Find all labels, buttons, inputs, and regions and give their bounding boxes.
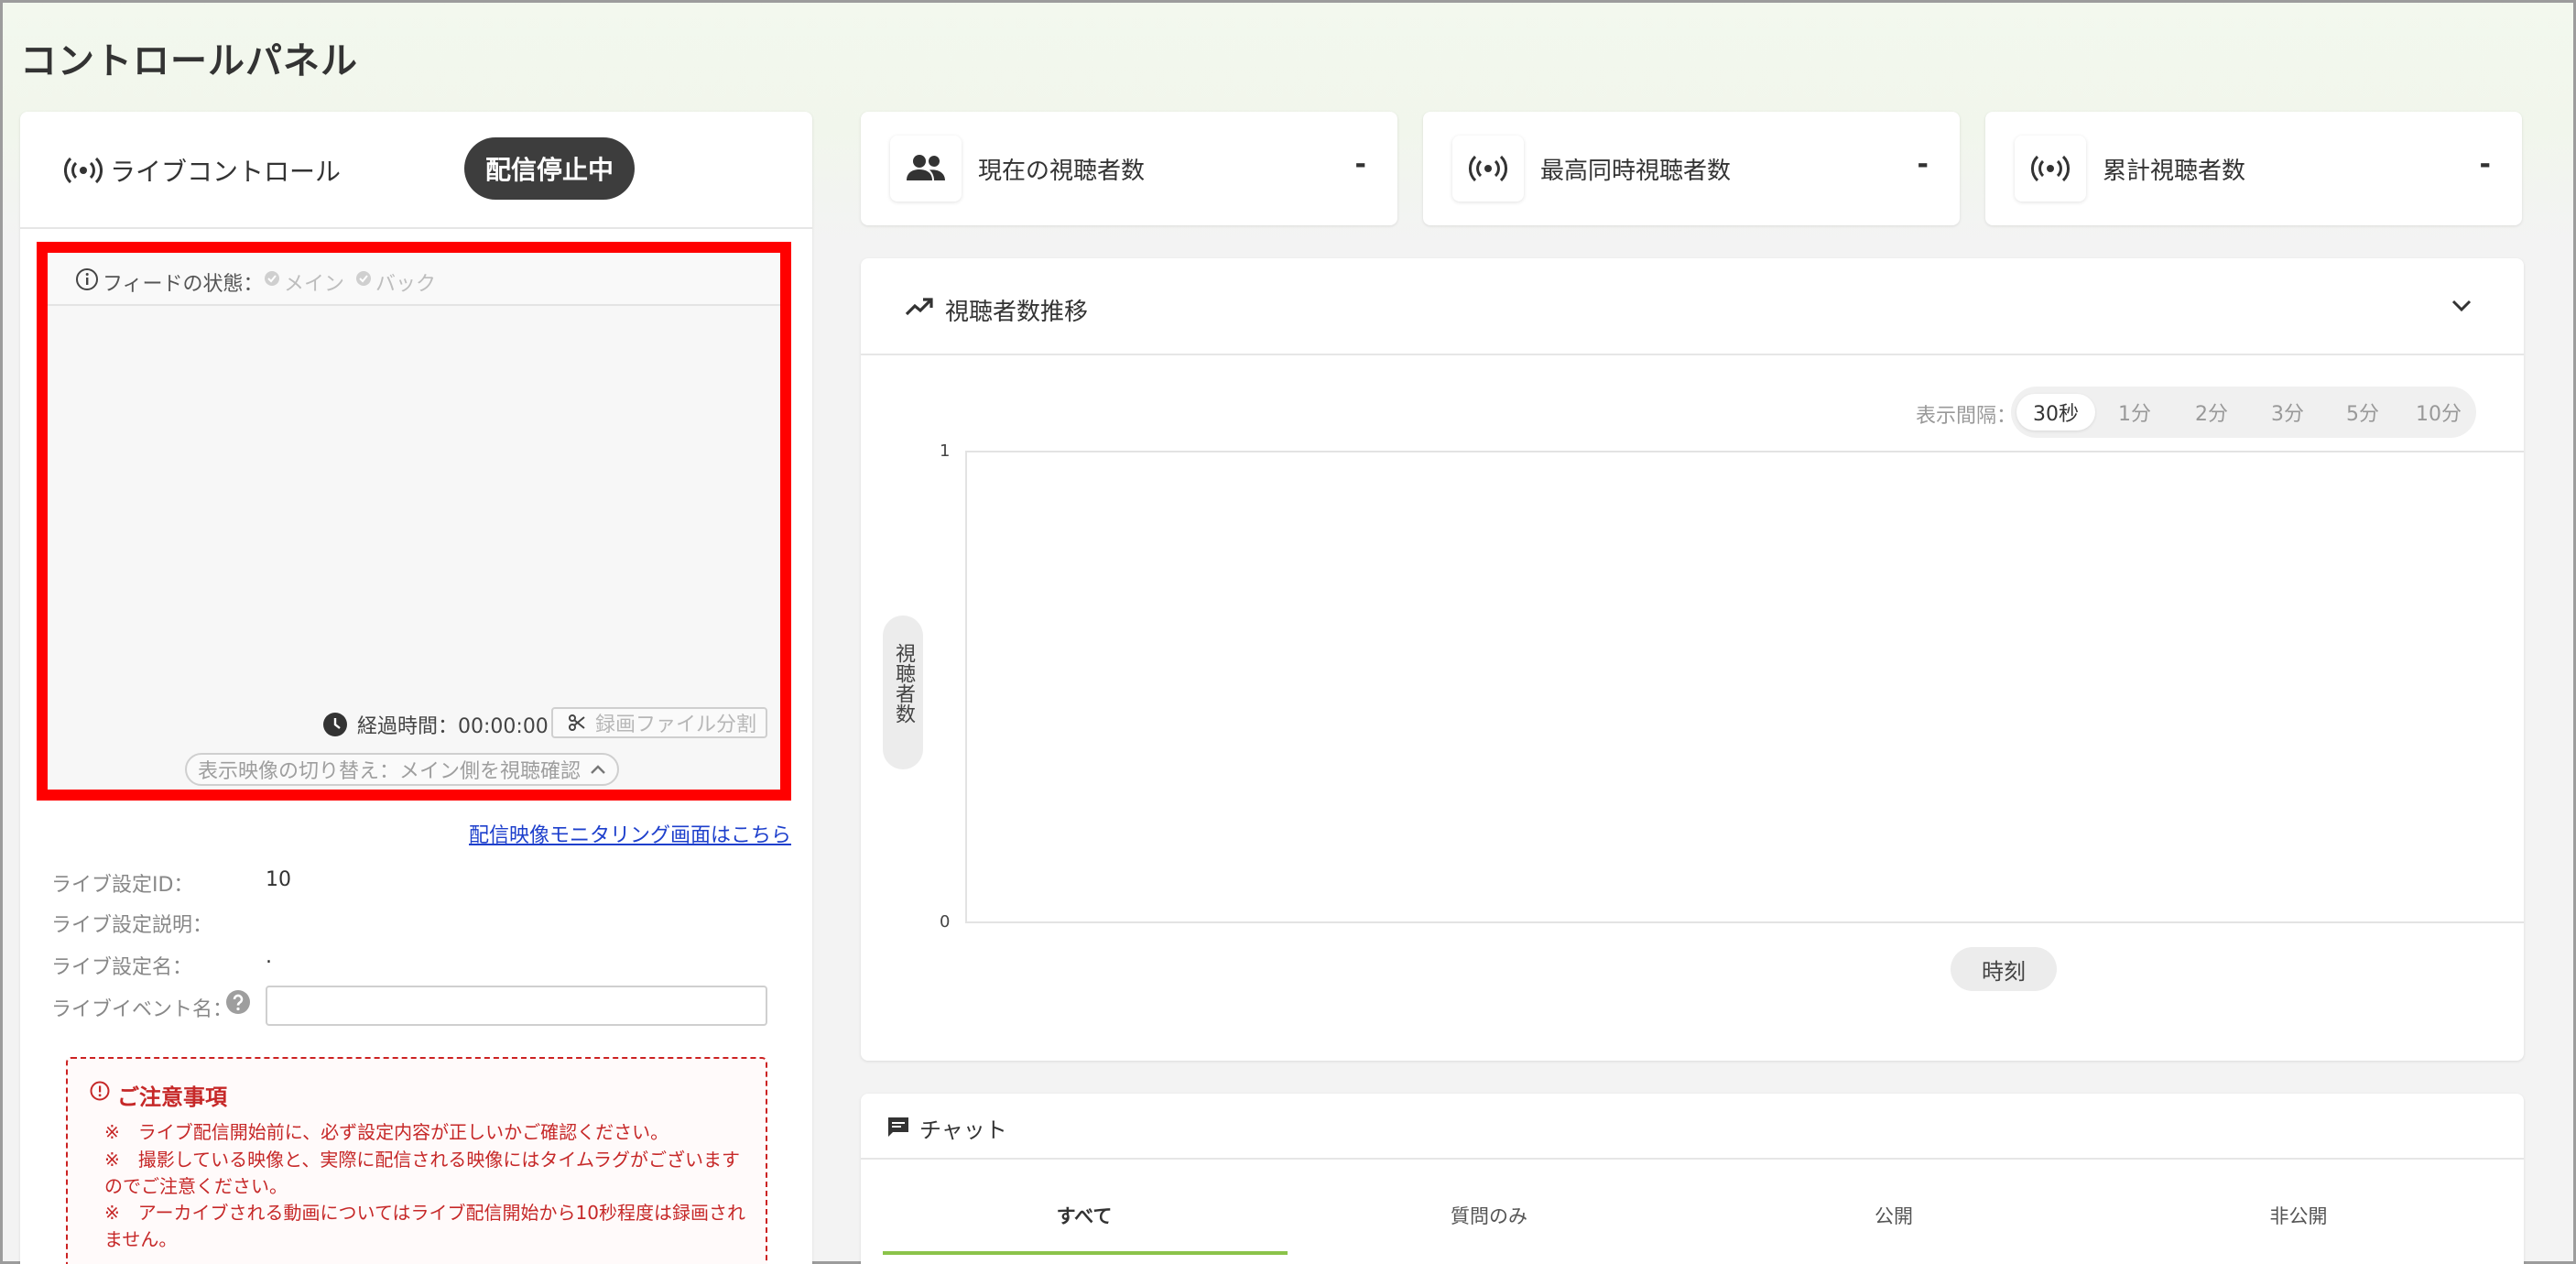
chat-icon — [888, 1117, 908, 1137]
tab-private[interactable]: 非公開 — [2097, 1202, 2500, 1229]
setting-name-label: ライブ設定名： — [51, 956, 193, 979]
feed-status-bar: フィードの状態： メイン バック — [48, 253, 780, 306]
split-recording-label: 録画ファイル分割 — [595, 714, 757, 736]
y-axis-label: 視聴者数 — [883, 616, 923, 769]
feed-main-status: メイン — [284, 273, 345, 296]
stat-total-viewers: 累計視聴者数 - — [1985, 112, 2522, 225]
chat-card: チャット すべて 質問のみ 公開 非公開 — [861, 1094, 2524, 1264]
stat-peak-viewers: 最高同時視聴者数 - — [1423, 112, 1960, 225]
tab-questions-only[interactable]: 質問のみ — [1288, 1202, 1690, 1229]
clock-icon — [323, 713, 347, 736]
video-preview: フィードの状態： メイン バック 経過時間：00:00:00 録画ファイル分割 … — [37, 242, 791, 801]
y-tick-label: 0 — [940, 912, 951, 932]
setting-name-value: . — [266, 945, 272, 968]
stat-value: - — [1354, 148, 1366, 180]
stat-current-viewers: 現在の視聴者数 - — [861, 112, 1397, 225]
interval-option[interactable]: 30秒 — [2016, 394, 2095, 430]
chat-header: チャット — [861, 1094, 2524, 1160]
people-icon — [907, 155, 945, 180]
interval-option[interactable]: 10分 — [2399, 394, 2478, 430]
interval-option[interactable]: 2分 — [2174, 394, 2249, 430]
elapsed-time-text: 経過時間：00:00:00 — [357, 715, 549, 738]
feed-back-status: バック — [375, 273, 437, 296]
monitoring-link[interactable]: 配信映像モニタリング画面はこちら — [469, 819, 791, 848]
event-name-label: ライブイベント名： — [51, 998, 234, 1021]
info-icon — [76, 268, 98, 290]
active-tab-indicator — [883, 1251, 1288, 1255]
scissors-icon — [569, 714, 585, 731]
notice-item: ※ アーカイブされる動画についてはライブ配信開始から10秒程度は録画されません。 — [104, 1202, 746, 1250]
x-axis-label: 時刻 — [1951, 947, 2057, 991]
broadcast-icon — [2031, 155, 2070, 182]
chart-plot-area — [965, 451, 2524, 923]
chevron-down-icon[interactable] — [2451, 299, 2473, 313]
elapsed-time: 経過時間：00:00:00 — [322, 709, 549, 740]
help-icon[interactable] — [225, 989, 251, 1015]
broadcast-icon — [1469, 155, 1507, 182]
chevron-up-icon — [591, 765, 605, 774]
viewer-trend-header[interactable]: 視聴者数推移 — [861, 258, 2524, 355]
notice-item: ※ 撮影している映像と、実際に配信される映像にはタイムラグがございますのでご注意… — [104, 1149, 740, 1197]
stat-label: 最高同時視聴者数 — [1540, 158, 1732, 185]
interval-label: 表示間隔： — [1916, 405, 2017, 428]
notice-item: ※ ライブ配信開始前に、必ず設定内容が正しいかご確認ください。 — [104, 1121, 669, 1143]
trending-up-icon — [905, 298, 933, 316]
interval-option[interactable]: 5分 — [2326, 394, 2399, 430]
warning-info-icon — [90, 1081, 110, 1101]
notice-box: ご注意事項 ※ ライブ配信開始前に、必ず設定内容が正しいかご確認ください。 ※ … — [66, 1057, 767, 1264]
setting-id-label: ライブ設定ID： — [51, 874, 194, 897]
switch-view-label: 表示映像の切り替え：メイン側を視聴確認 — [197, 760, 581, 783]
interval-option[interactable]: 1分 — [2099, 394, 2170, 430]
live-control-header: ライブコントロール 配信停止中 — [20, 112, 812, 229]
check-circle-icon — [356, 271, 371, 286]
live-control-panel: ライブコントロール 配信停止中 フィードの状態： メイン バック 経過時間：00… — [20, 112, 812, 1264]
viewer-trend-card: 視聴者数推移 表示間隔： 30秒 1分 2分 3分 5分 10分 1 0 視聴者数 時刻 — [861, 258, 2524, 1061]
notice-title: ご注意事項 — [117, 1084, 227, 1110]
feed-status-label: フィードの状態： — [103, 273, 264, 296]
stat-value: - — [2479, 148, 2491, 180]
stat-value: - — [1917, 148, 1929, 180]
setting-description-label: ライブ設定説明： — [51, 914, 213, 937]
broadcast-icon — [64, 157, 103, 184]
live-control-label: ライブコントロール — [110, 157, 342, 187]
switch-view-button[interactable]: 表示映像の切り替え：メイン側を視聴確認 — [185, 753, 619, 786]
check-circle-icon — [265, 271, 279, 286]
stat-icon-box — [1452, 136, 1524, 202]
stat-label: 現在の視聴者数 — [978, 158, 1146, 185]
page-title: コントロールパネル — [20, 40, 358, 82]
stat-label: 累計視聴者数 — [2103, 158, 2246, 185]
chat-title: チャット — [919, 1117, 1007, 1143]
event-name-input[interactable] — [266, 986, 767, 1026]
stat-icon-box — [2015, 136, 2086, 202]
interval-selector: 30秒 1分 2分 3分 5分 10分 — [2011, 387, 2476, 438]
y-axis-label-text: 視聴者数 — [892, 643, 915, 724]
tab-public[interactable]: 公開 — [1692, 1202, 2095, 1229]
viewer-trend-title: 視聴者数推移 — [945, 299, 1089, 326]
stat-icon-box — [890, 136, 962, 202]
split-recording-button[interactable]: 録画ファイル分割 — [551, 707, 767, 738]
tab-all[interactable]: すべて — [883, 1202, 1286, 1229]
interval-option[interactable]: 3分 — [2251, 394, 2324, 430]
y-tick-label: 1 — [940, 441, 951, 461]
stream-status-button[interactable]: 配信停止中 — [464, 137, 635, 200]
setting-id-value: 10 — [266, 868, 291, 891]
